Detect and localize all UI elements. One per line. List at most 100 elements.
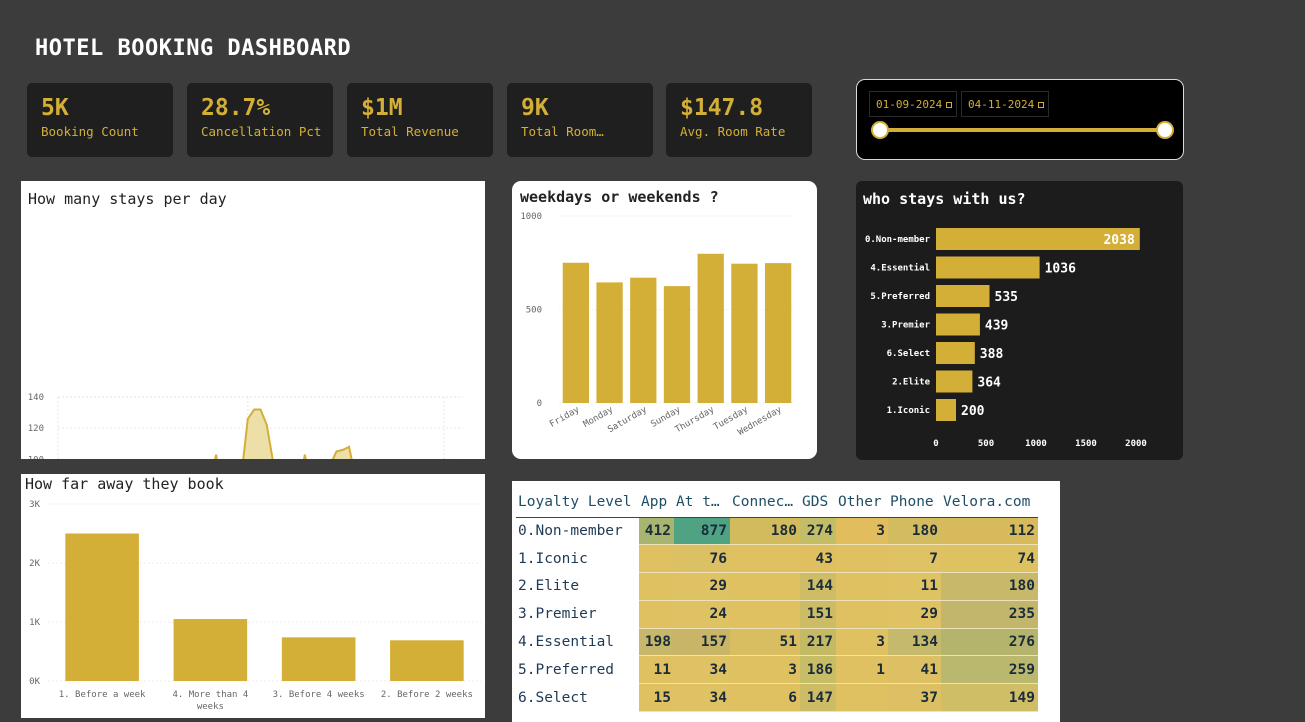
table-cell xyxy=(639,572,674,601)
row-label: 3.Premier xyxy=(516,600,639,629)
row-label: 4.Essential xyxy=(516,628,639,656)
booking-lead-panel: How far away they book 0K 1K 2K 3K 1. Before… xyxy=(21,474,485,718)
y-tick-label: 500 xyxy=(526,306,542,316)
table-cell: 151 xyxy=(800,600,836,629)
booking-lead-chart: 0K 1K 2K 3K 1. Before a week 4. More than 4 we… xyxy=(29,500,481,712)
bar xyxy=(562,262,590,403)
table-row: 3.Premier 24 151 29 235 xyxy=(516,600,1038,629)
table-cell: 412 xyxy=(639,517,674,546)
column-header[interactable]: Velora.com xyxy=(941,487,1038,518)
table-cell: 34 xyxy=(674,655,730,685)
row-label: 6.Select xyxy=(516,683,639,712)
bar xyxy=(663,286,691,403)
loyalty-channel-table-panel: Loyalty Level App At t… Connec… GDS Othe… xyxy=(512,481,1060,722)
stays-per-day-chart: 020406080100120140Sep 2024Oct 2024Nov 20… xyxy=(28,393,463,459)
calendar-icon[interactable] xyxy=(946,102,953,108)
bar xyxy=(936,285,990,307)
table-row: 1.Iconic 76 43 7 74 xyxy=(516,544,1038,574)
x-tick-label: 2000 xyxy=(1125,439,1147,449)
bar xyxy=(936,399,956,421)
row-label: 1.Iconic xyxy=(516,544,639,573)
table-cell: 76 xyxy=(674,544,730,574)
data-label: 388 xyxy=(980,347,1004,362)
category-label: 4.Essential xyxy=(870,263,930,274)
kpi-booking-count: 5K Booking Count xyxy=(27,83,173,157)
bar xyxy=(630,277,657,403)
category-label: 0.Non-member xyxy=(865,235,931,245)
table-header-row: Loyalty Level App At t… Connec… GDS Othe… xyxy=(516,487,1038,518)
column-header[interactable]: Phone xyxy=(888,487,941,518)
kpi-value: 28.7% xyxy=(201,95,271,121)
end-date-input[interactable]: 04-11-2024 xyxy=(961,91,1049,117)
kpi-label: Cancellation Pct xyxy=(201,124,322,139)
bar xyxy=(390,640,464,681)
table-cell: 877 xyxy=(674,517,730,546)
column-header[interactable]: Loyalty Level xyxy=(516,487,639,518)
table-cell: 180 xyxy=(888,517,941,546)
category-label: 2.Elite xyxy=(892,377,931,388)
table-cell: 274 xyxy=(800,517,836,546)
weekday-chart: 05001000Friday MondaySaturday SundayThursd… xyxy=(520,212,795,438)
table-row: 5.Preferred 11 34 3 186 1 41 259 xyxy=(516,655,1038,685)
bar xyxy=(65,533,139,681)
kpi-total-revenue: $1M Total Revenue xyxy=(347,83,493,157)
loyalty-count-panel: who stays with us? 0.Non-member 2038 4.Ess… xyxy=(856,181,1183,460)
y-tick-label: 0 xyxy=(537,399,542,409)
table-cell xyxy=(730,572,800,601)
table-cell xyxy=(639,600,674,629)
table-cell: 3 xyxy=(836,517,888,546)
category-label: 1.Iconic xyxy=(887,405,930,416)
column-header[interactable]: Connec… xyxy=(730,487,800,518)
slider-end-handle[interactable] xyxy=(1156,121,1174,139)
table-cell xyxy=(836,544,888,574)
y-tick-label: 120 xyxy=(28,424,44,434)
kpi-label: Total Revenue xyxy=(361,124,459,139)
data-label: 1036 xyxy=(1045,262,1076,277)
table-cell: 43 xyxy=(800,544,836,574)
table-cell: 51 xyxy=(730,628,800,657)
category-label: 6.Select xyxy=(887,349,930,359)
category-label: 5.Preferred xyxy=(870,292,930,302)
table-cell: 3 xyxy=(836,628,888,657)
column-header[interactable]: At t… xyxy=(674,487,730,518)
kpi-value: $147.8 xyxy=(680,95,764,121)
table-cell: 217 xyxy=(800,628,836,657)
data-label: 439 xyxy=(985,319,1008,334)
bar xyxy=(936,256,1040,279)
y-tick-label: 2K xyxy=(29,559,40,569)
bar xyxy=(596,282,623,403)
table-row: 0.Non-member 412 877 180 274 3 180 112 xyxy=(516,517,1038,546)
table-cell: 180 xyxy=(730,517,800,546)
column-header[interactable]: Other xyxy=(836,487,888,518)
date-range-filter: 01-09-2024 04-11-2024 xyxy=(856,79,1184,160)
y-tick-label: 140 xyxy=(28,393,44,403)
calendar-icon[interactable] xyxy=(1038,102,1045,108)
table-cell: 29 xyxy=(888,600,941,629)
data-label: 364 xyxy=(977,376,1001,391)
table-cell: 147 xyxy=(800,683,836,713)
table-cell: 29 xyxy=(674,572,730,601)
slider-start-handle[interactable] xyxy=(871,121,889,139)
row-label: 0.Non-member xyxy=(516,517,639,545)
table-cell: 41 xyxy=(888,655,941,685)
y-tick-label: 3K xyxy=(29,500,40,510)
table-cell xyxy=(836,572,888,601)
table-cell xyxy=(836,683,888,713)
data-label: 2038 xyxy=(1103,233,1134,248)
date-range-slider-track[interactable] xyxy=(879,128,1165,132)
table-cell: 6 xyxy=(730,683,800,713)
table-cell: 144 xyxy=(800,572,836,601)
table-cell xyxy=(836,600,888,629)
bar xyxy=(936,342,975,364)
bar xyxy=(936,370,973,393)
x-tick-label: Friday xyxy=(548,405,582,430)
table-cell: 157 xyxy=(674,628,730,657)
kpi-avg-room-rate: $147.8 Avg. Room Rate xyxy=(666,83,812,157)
column-header[interactable]: GDS xyxy=(800,487,836,518)
y-tick-label: 0K xyxy=(29,677,40,687)
column-header[interactable]: App xyxy=(639,487,674,518)
table-cell: 15 xyxy=(639,683,674,713)
table-cell: 11 xyxy=(639,655,674,685)
start-date-input[interactable]: 01-09-2024 xyxy=(869,91,957,117)
table-cell xyxy=(730,544,800,574)
